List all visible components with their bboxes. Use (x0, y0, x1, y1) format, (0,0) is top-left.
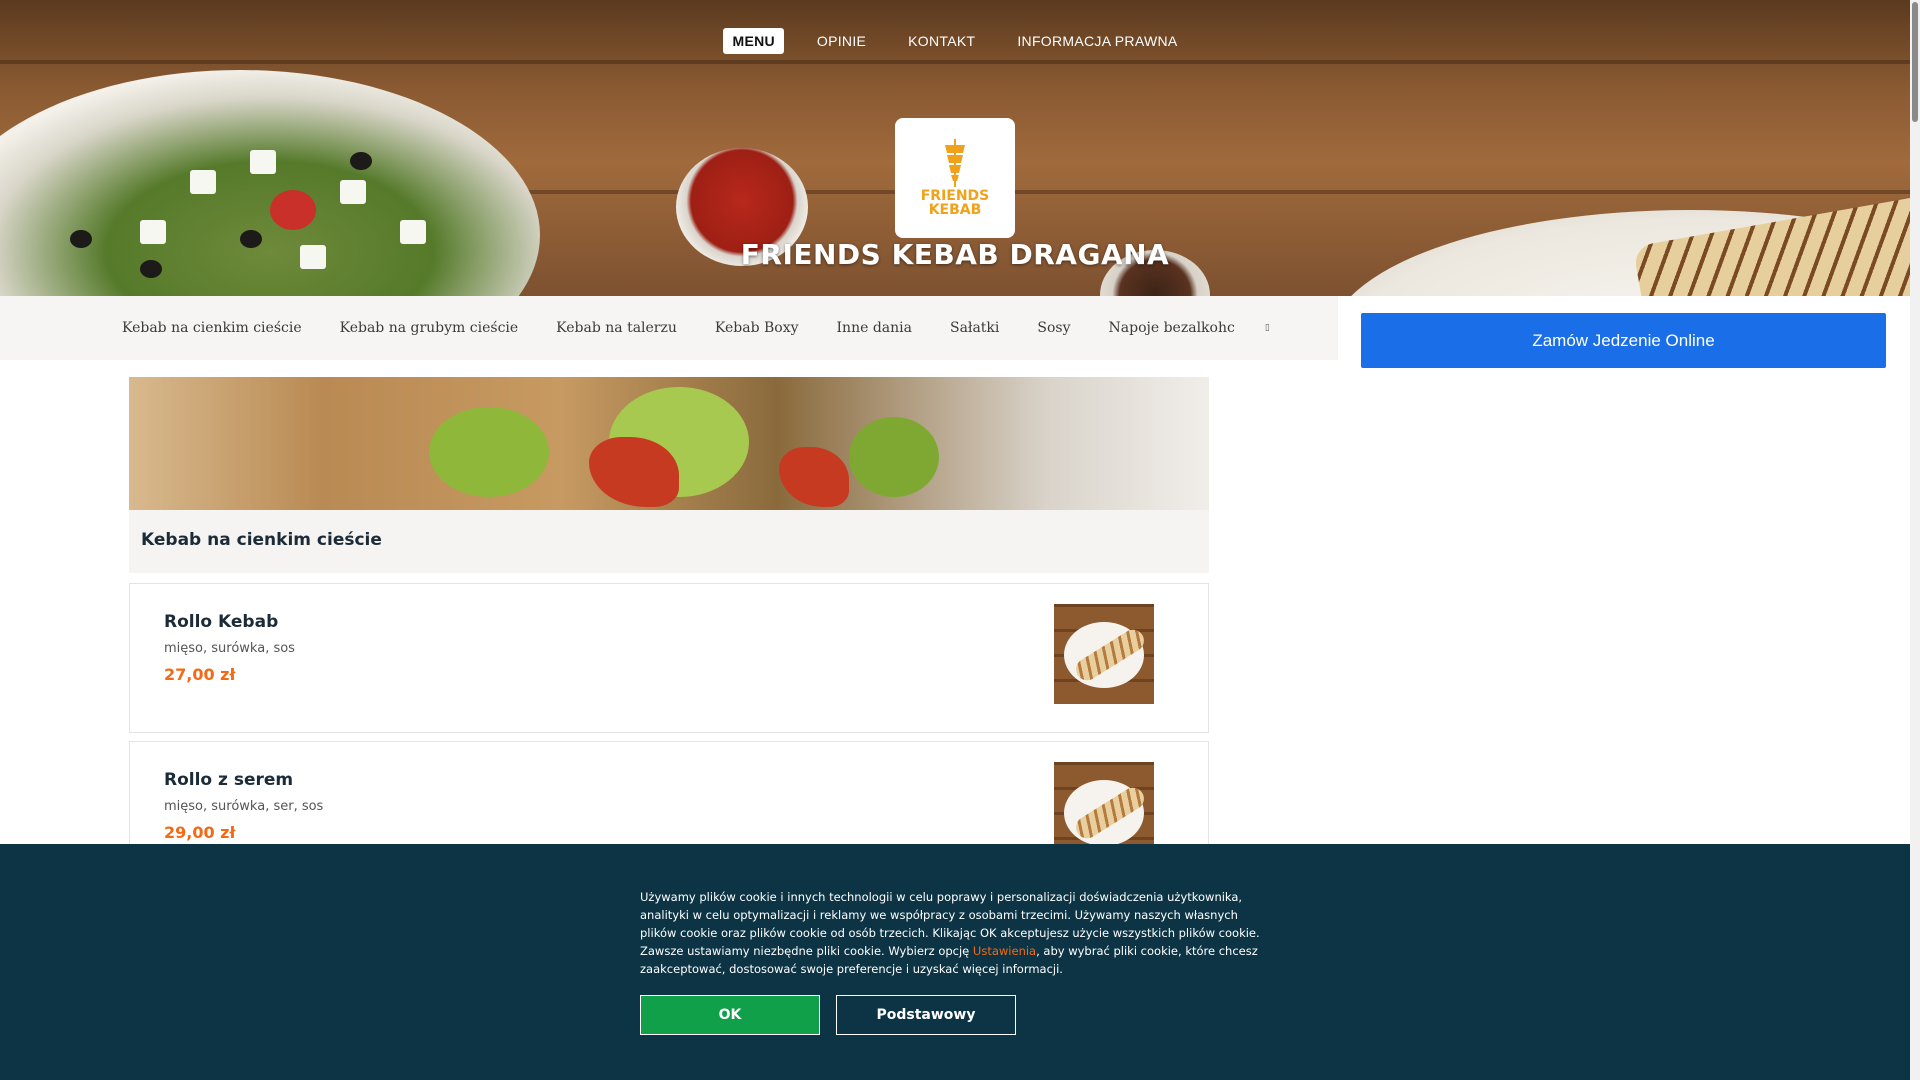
order-online-button[interactable]: Zamów Jedzenie Online (1361, 313, 1886, 368)
category-kebab-cienkie[interactable]: Kebab na cienkim cieście (122, 320, 302, 336)
nav-opinie[interactable]: OPINIE (808, 28, 875, 54)
feta-cube (250, 150, 276, 174)
item-price: 29,00 zł (164, 823, 236, 842)
cookie-text: Używamy plików cookie i innych technolog… (640, 888, 1270, 978)
category-napoje[interactable]: Napoje bezalkohc (1109, 320, 1235, 336)
cookie-settings-link[interactable]: Ustawienia (973, 944, 1036, 958)
cookie-banner: Używamy plików cookie i innych technolog… (0, 844, 1910, 1080)
category-kebab-grube[interactable]: Kebab na grubym cieście (340, 320, 519, 336)
feta-cube (340, 180, 366, 204)
restaurant-logo: FRIENDS KEBAB (895, 118, 1015, 238)
tomato-slice (270, 190, 316, 230)
category-banner-image (129, 377, 1209, 510)
item-thumbnail (1054, 604, 1154, 704)
top-navigation: MENU OPINIE KONTAKT INFORMACJA PRAWNA (0, 26, 1910, 56)
tomato-piece (779, 447, 849, 507)
nav-menu[interactable]: MENU (723, 28, 784, 54)
item-description: mięso, surówka, ser, sos (164, 799, 324, 814)
nav-kontakt[interactable]: KONTAKT (899, 28, 984, 54)
item-name: Rollo Kebab (164, 612, 279, 632)
section-title: Kebab na cienkim cieście (141, 530, 382, 550)
scrollbar-thumb[interactable] (1912, 2, 1918, 122)
menu-item-card[interactable]: Rollo Kebab mięso, surówka, sos 27,00 zł (129, 583, 1209, 733)
category-sosy[interactable]: Sosy (1037, 320, 1070, 336)
feta-cube (190, 170, 216, 194)
logo-line-1: FRIENDS (920, 188, 990, 204)
logo-line-2: KEBAB (928, 202, 982, 218)
section-header: Kebab na cienkim cieście (129, 510, 1209, 573)
page-scrollbar[interactable] (1910, 0, 1920, 1080)
lettuce-leaf (849, 417, 939, 497)
chevron-right-icon[interactable]: ▯ (1265, 323, 1270, 333)
kebab-spit-icon (945, 139, 965, 187)
category-kebab-talerz[interactable]: Kebab na talerzu (556, 320, 677, 336)
nav-informacja-prawna[interactable]: INFORMACJA PRAWNA (1008, 28, 1186, 54)
lettuce-leaf (429, 407, 549, 497)
category-bar: Kebab na cienkim cieście Kebab na grubym… (0, 296, 1338, 360)
item-description: mięso, surówka, sos (164, 641, 295, 656)
cookie-basic-button[interactable]: Podstawowy (836, 995, 1016, 1035)
item-name: Rollo z serem (164, 770, 294, 790)
cookie-ok-button[interactable]: OK (640, 995, 820, 1035)
category-inne-dania[interactable]: Inne dania (837, 320, 912, 336)
restaurant-name: FRIENDS KEBAB DRAGANA (740, 238, 1170, 271)
category-kebab-boxy[interactable]: Kebab Boxy (715, 320, 799, 336)
item-price: 27,00 zł (164, 665, 236, 684)
category-salatki[interactable]: Sałatki (950, 320, 999, 336)
olive (350, 152, 372, 170)
